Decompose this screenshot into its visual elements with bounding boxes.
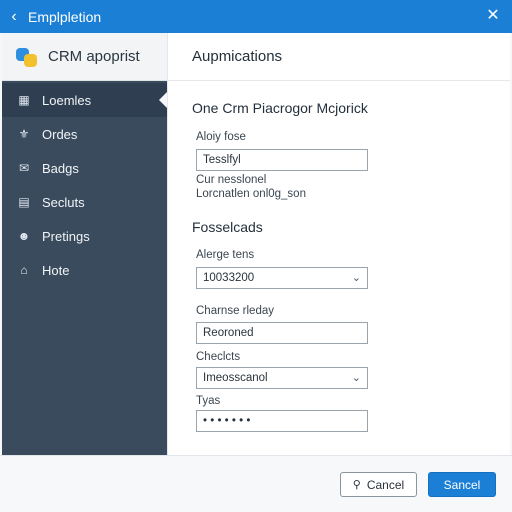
home-icon: ⌂ (20, 263, 28, 277)
brand-name: CRM apoprist (48, 48, 140, 65)
sidebar-item-ordes[interactable]: ⚜ Ordes (2, 117, 167, 151)
field-label: Alerge tens (196, 249, 255, 261)
primary-button-label: Sancel (443, 477, 481, 492)
sidebar-item-label: Badgs (42, 160, 79, 176)
text-field[interactable]: Reoroned (196, 322, 368, 344)
sidebar-item-label: Hote (42, 262, 70, 278)
note-text: Lorcnatlen onl0g_son (196, 188, 306, 200)
select-field[interactable]: Imeosscanol ⌄ (196, 367, 368, 389)
text-field[interactable]: Tesslfyl (196, 149, 368, 171)
select-value: 10033200 (203, 272, 255, 284)
note-text: Cur nesslonel (196, 174, 267, 186)
sidebar-item-label: Loemles (42, 92, 92, 108)
select-value: Imeosscanol (203, 372, 268, 384)
primary-button[interactable]: Sancel (428, 472, 496, 497)
chevron-down-icon: ⌄ (351, 372, 361, 384)
section-title: Fosselcads (192, 219, 263, 235)
sidebar-item-label: Ordes (42, 126, 78, 142)
document-icon: ▤ (18, 195, 30, 209)
app-window: ‹ Emplpletion ✕ CRM apoprist ▦ Loemles ⚜… (0, 0, 512, 512)
sidebar: CRM apoprist ▦ Loemles ⚜ Ordes ✉ Badgs ▤… (2, 33, 167, 455)
footer-bar: ⚲ Cancel Sancel (0, 455, 512, 512)
flask-icon: ⚜ (18, 127, 30, 141)
field-label: Charnse rleday (196, 305, 274, 317)
search-icon: ⚲ (352, 479, 361, 491)
page-title: Aupmications (168, 33, 510, 81)
select-field[interactable]: 10033200 ⌄ (196, 267, 368, 289)
calendar-icon: ▦ (18, 93, 30, 107)
main-panel: Aupmications One Crm Piacrogor Mcjorick … (167, 33, 510, 455)
window-title: Emplpletion (28, 8, 102, 25)
field-label: Tyas (196, 395, 221, 407)
sidebar-item-label: Pretings (42, 228, 90, 244)
sidebar-item-badgs[interactable]: ✉ Badgs (2, 151, 167, 185)
cancel-button[interactable]: ⚲ Cancel (340, 472, 417, 497)
section-title: One Crm Piacrogor Mcjorick (192, 100, 368, 116)
field-label: Checlcts (196, 351, 241, 363)
mail-icon: ✉ (18, 161, 30, 175)
brand: CRM apoprist (2, 33, 167, 81)
user-icon: ☻ (17, 229, 31, 243)
chevron-down-icon: ⌄ (351, 272, 361, 284)
password-field[interactable]: • • • • • • • (196, 410, 368, 432)
logo-icon (16, 46, 38, 68)
field-label: Aloiy fose (196, 131, 246, 143)
cancel-button-label: Cancel (366, 477, 405, 492)
sidebar-item-pretings[interactable]: ☻ Pretings (2, 219, 167, 253)
title-bar: ‹ Emplpletion ✕ (0, 0, 512, 33)
sidebar-nav: ▦ Loemles ⚜ Ordes ✉ Badgs ▤ Secluts ☻ Pr… (2, 83, 167, 287)
sidebar-item-hote[interactable]: ⌂ Hote (2, 253, 167, 287)
sidebar-item-loemles[interactable]: ▦ Loemles (2, 83, 167, 117)
sidebar-item-label: Secluts (42, 194, 85, 210)
close-icon[interactable]: ✕ (484, 7, 502, 25)
sidebar-item-secluts[interactable]: ▤ Secluts (2, 185, 167, 219)
chevron-left-icon[interactable]: ‹ (0, 0, 28, 33)
